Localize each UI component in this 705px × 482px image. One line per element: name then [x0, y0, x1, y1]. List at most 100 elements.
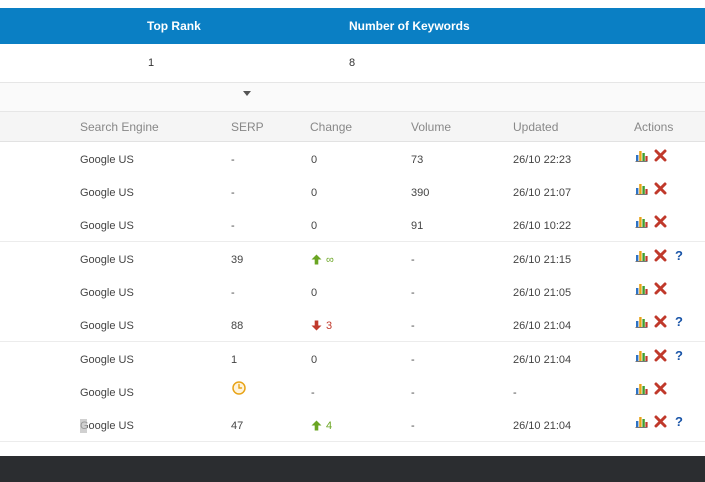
updated-cell: 26/10 21:04 [513, 320, 572, 332]
table-row: Google US 1 0 - 26/10 21:04? [0, 342, 705, 376]
change-value: 0 [311, 220, 318, 232]
search-engine-cell: Google US [80, 287, 134, 299]
arrow-down-icon [311, 320, 322, 331]
summary-row: 1 8 [0, 44, 705, 83]
volume-cell: 73 [411, 154, 424, 166]
bar-chart-icon[interactable] [635, 249, 648, 262]
help-question-icon[interactable]: ? [675, 315, 685, 328]
updated-cell: 26/10 21:04 [513, 420, 572, 432]
search-engine-cell: Google US [80, 320, 134, 332]
serp-cell: - [231, 154, 235, 166]
bar-chart-icon[interactable] [635, 415, 648, 428]
change-value: 0 [311, 187, 318, 199]
volume-cell: 91 [411, 220, 424, 232]
top-rank-value: 1 [148, 57, 155, 69]
search-engine-cell: Google US [80, 254, 134, 266]
change-cell: 0 [311, 154, 317, 166]
updated-cell: 26/10 22:23 [513, 154, 572, 166]
table-row: Google US - 0 73 26/10 22:23 [0, 142, 705, 176]
change-value: ∞ [326, 254, 334, 266]
table-row: Google US - 0 390 26/10 21:07 [0, 175, 705, 209]
help-question-icon[interactable]: ? [675, 249, 685, 262]
table-row: Google US 88 3 - 26/10 21:04? [0, 308, 705, 342]
table-row: Google US 47 4 - 26/10 21:04? [0, 408, 705, 442]
bar-chart-icon[interactable] [635, 349, 648, 362]
number-of-keywords-header: Number of Keywords [349, 19, 470, 33]
search-engine-cell: Google US [80, 420, 134, 432]
bar-chart-icon[interactable] [635, 182, 648, 195]
table-header: Search Engine SERP Change Volume Updated… [0, 112, 705, 142]
help-question-icon[interactable]: ? [675, 415, 685, 428]
search-engine-cell: Google US [80, 220, 134, 232]
summary-header-bar: Top Rank Number of Keywords [0, 8, 705, 44]
footer-bar [0, 456, 705, 482]
bar-chart-icon[interactable] [635, 282, 648, 295]
change-cell: 0 [311, 354, 317, 366]
serp-cell: - [231, 220, 235, 232]
change-value: 0 [311, 154, 318, 166]
column-header-change[interactable]: Change [310, 120, 352, 134]
table-row: Google US - 0 - 26/10 21:05 [0, 275, 705, 309]
delete-x-icon[interactable] [654, 249, 667, 262]
column-header-updated[interactable]: Updated [513, 120, 558, 134]
delete-x-icon[interactable] [654, 182, 667, 195]
change-value: - [311, 387, 315, 399]
serp-cell: 88 [231, 320, 244, 332]
search-engine-cell: Google US [80, 387, 134, 399]
search-engine-cell: Google US [80, 187, 134, 199]
serp-cell: - [231, 287, 235, 299]
table-row: Google US - 0 91 26/10 10:22 [0, 208, 705, 242]
volume-cell: - [411, 354, 415, 366]
updated-cell: 26/10 21:15 [513, 254, 572, 266]
volume-cell: - [411, 287, 415, 299]
clock-icon [232, 381, 246, 395]
top-rank-header: Top Rank [147, 19, 201, 33]
arrow-up-icon [311, 254, 322, 265]
change-value: 0 [311, 354, 318, 366]
change-value: 3 [326, 320, 333, 332]
delete-x-icon[interactable] [654, 215, 667, 228]
change-cell: 3 [311, 320, 332, 332]
serp-cell: 47 [231, 420, 244, 432]
delete-x-icon[interactable] [654, 382, 667, 395]
volume-cell: - [411, 387, 415, 399]
delete-x-icon[interactable] [654, 415, 667, 428]
help-question-icon[interactable]: ? [675, 349, 685, 362]
bar-chart-icon[interactable] [635, 382, 648, 395]
bar-chart-icon[interactable] [635, 215, 648, 228]
change-value: 4 [326, 420, 333, 432]
arrow-up-icon [311, 420, 322, 431]
change-cell: 0 [311, 287, 317, 299]
volume-cell: - [411, 420, 415, 432]
search-engine-cell: Google US [80, 154, 134, 166]
table-row: Google US - - - [0, 375, 705, 409]
change-cell: 0 [311, 187, 317, 199]
serp-cell: 1 [231, 354, 238, 366]
change-cell: ∞ [311, 254, 334, 266]
column-header-serp[interactable]: SERP [231, 120, 264, 134]
updated-cell: - [513, 387, 517, 399]
bar-chart-icon[interactable] [635, 149, 648, 162]
delete-x-icon[interactable] [654, 315, 667, 328]
table-row: Google US 39 ∞ - 26/10 21:15? [0, 242, 705, 276]
serp-cell: - [231, 187, 235, 199]
serp-cell: 39 [231, 254, 244, 266]
dropdown-row [0, 83, 705, 112]
column-header-search-engine[interactable]: Search Engine [80, 120, 159, 134]
updated-cell: 26/10 10:22 [513, 220, 572, 232]
volume-cell: - [411, 254, 415, 266]
updated-cell: 26/10 21:07 [513, 187, 572, 199]
change-value: 0 [311, 287, 318, 299]
change-cell: 0 [311, 220, 317, 232]
change-cell: - [311, 387, 315, 399]
number-of-keywords-value: 8 [349, 57, 356, 69]
delete-x-icon[interactable] [654, 349, 667, 362]
bar-chart-icon[interactable] [635, 315, 648, 328]
column-header-actions: Actions [634, 120, 674, 134]
caret-down-icon[interactable] [243, 91, 251, 96]
delete-x-icon[interactable] [654, 282, 667, 295]
volume-cell: 390 [411, 187, 430, 199]
column-header-volume[interactable]: Volume [411, 120, 451, 134]
change-cell: 4 [311, 420, 332, 432]
delete-x-icon[interactable] [654, 149, 667, 162]
